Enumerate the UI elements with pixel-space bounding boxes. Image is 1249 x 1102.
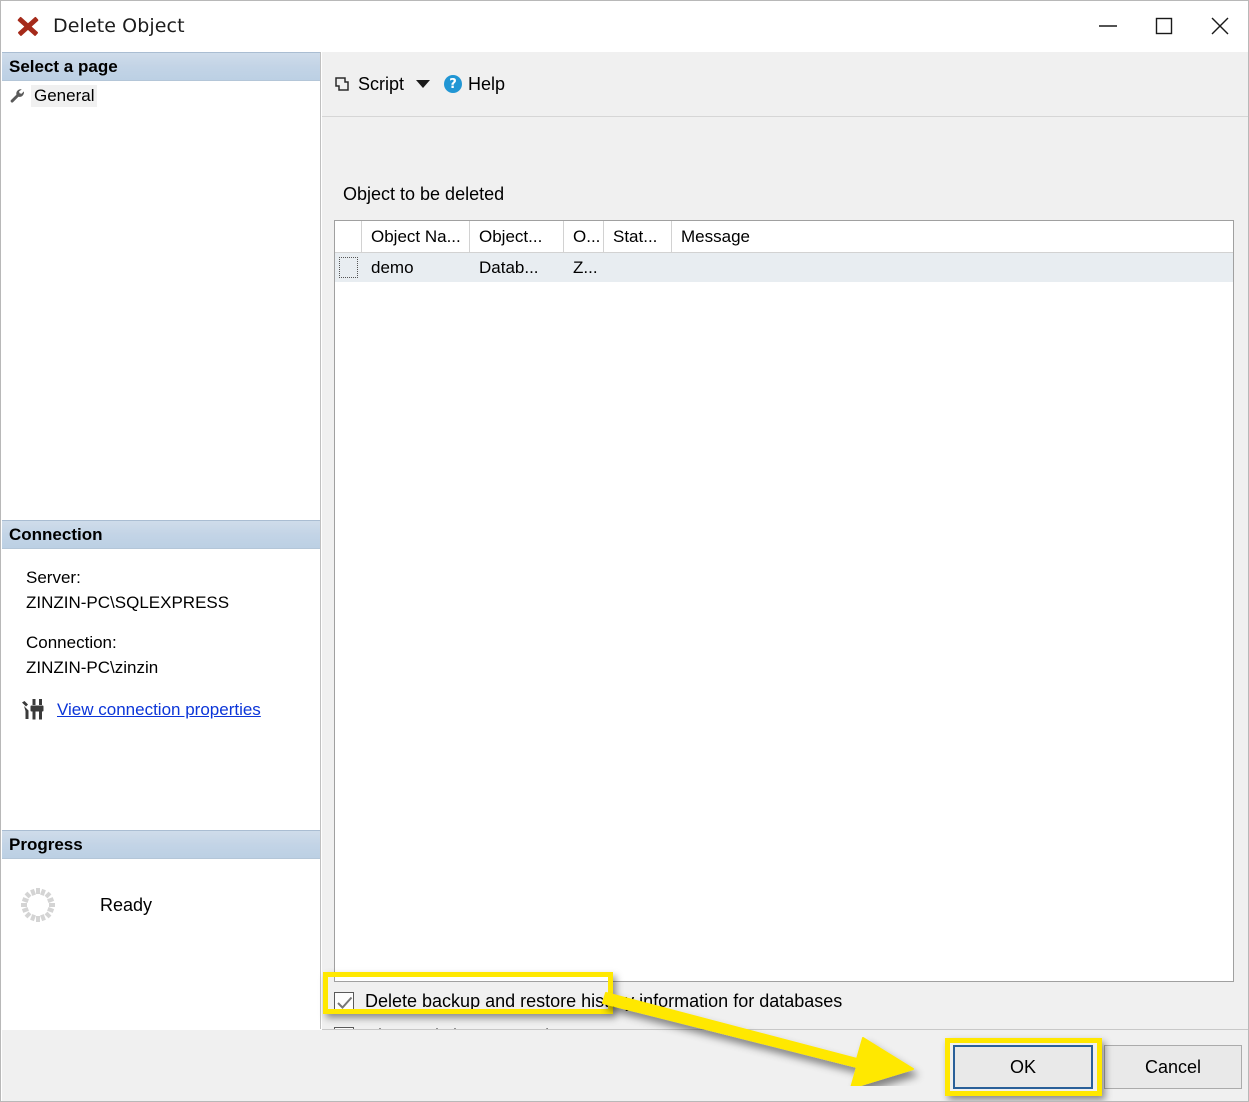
maximize-icon [1155, 17, 1173, 35]
cell-object-type: Datab... [479, 257, 539, 277]
minimize-button[interactable] [1080, 1, 1136, 51]
sidebar-item-label: General [31, 84, 98, 107]
help-circle-icon: ? [444, 75, 463, 93]
footer-separator [322, 1029, 1248, 1030]
table-row[interactable]: demo Datab... Z... [335, 253, 1233, 282]
help-label: Help [468, 73, 506, 94]
connection-label: Connection: [26, 633, 117, 652]
delete-x-icon [15, 13, 41, 39]
row-selector[interactable] [335, 253, 362, 282]
grid-header-row: Object Na... Object... O... Stat... Mess… [335, 221, 1233, 253]
sidebar-item-general[interactable]: General [2, 83, 320, 108]
help-button[interactable]: ? Help [444, 74, 505, 95]
delete-object-dialog: Delete Object Select a page General Conn… [0, 0, 1249, 1102]
grid-col-object-name[interactable]: Object Na... [362, 221, 470, 252]
page-list: General [2, 83, 320, 108]
spinner-icon [21, 888, 55, 922]
window-title: Delete Object [53, 15, 185, 37]
ok-button[interactable]: OK [953, 1045, 1093, 1089]
toolbar-separator [322, 116, 1248, 117]
cell-status [604, 253, 672, 282]
server-label: Server: [26, 568, 81, 587]
view-connection-properties-row[interactable]: View connection properties [20, 698, 320, 722]
script-icon [335, 77, 349, 91]
cell-message [672, 253, 1233, 282]
script-label: Script [358, 73, 405, 94]
grid-col-status[interactable]: Stat... [604, 221, 672, 252]
server-value: ZINZIN-PC\SQLEXPRESS [26, 593, 230, 612]
chevron-down-icon[interactable] [416, 80, 431, 88]
grid-col-object-type[interactable]: Object... [470, 221, 564, 252]
plug-icon [22, 699, 44, 720]
title-bar: Delete Object [1, 1, 1248, 51]
delete-backup-history-checkbox-row[interactable]: Delete backup and restore history inform… [334, 991, 842, 1012]
delete-backup-history-label: Delete backup and restore history inform… [365, 991, 843, 1011]
toolbar: Script ? Help [322, 52, 1248, 116]
cell-object-name: demo [371, 257, 414, 277]
progress-header: Progress [2, 830, 320, 859]
connection-body: Server: ZINZIN-PC\SQLEXPRESS Connection:… [2, 551, 320, 722]
script-button[interactable]: Script [332, 74, 404, 95]
window-controls [1080, 1, 1248, 51]
sidebar: Select a page General Connection Server:… [2, 52, 321, 1029]
close-icon [1211, 17, 1229, 35]
delete-backup-history-checkbox[interactable] [334, 991, 354, 1012]
object-to-be-deleted-label: Object to be deleted [343, 184, 505, 204]
grid-col-owner[interactable]: O... [564, 221, 604, 252]
progress-body: Ready [2, 861, 320, 925]
minimize-icon [1099, 25, 1117, 27]
progress-status: Ready [100, 894, 153, 915]
objects-grid: Object Na... Object... O... Stat... Mess… [334, 220, 1234, 982]
connection-header: Connection [2, 520, 320, 549]
main-pane: Script ? Help Object to be deleted Objec… [322, 52, 1248, 1047]
view-connection-properties-link[interactable]: View connection properties [57, 700, 261, 720]
wrench-icon [10, 88, 24, 103]
grid-corner-header[interactable] [335, 221, 362, 252]
cancel-button[interactable]: Cancel [1104, 1045, 1242, 1089]
grid-col-message[interactable]: Message [672, 221, 1233, 252]
checkmark-icon [337, 996, 353, 1009]
maximize-button[interactable] [1136, 1, 1192, 51]
cell-owner: Z... [573, 257, 598, 277]
select-a-page-header: Select a page [2, 52, 320, 81]
close-button[interactable] [1192, 1, 1248, 51]
connection-value: ZINZIN-PC\zinzin [26, 658, 159, 677]
